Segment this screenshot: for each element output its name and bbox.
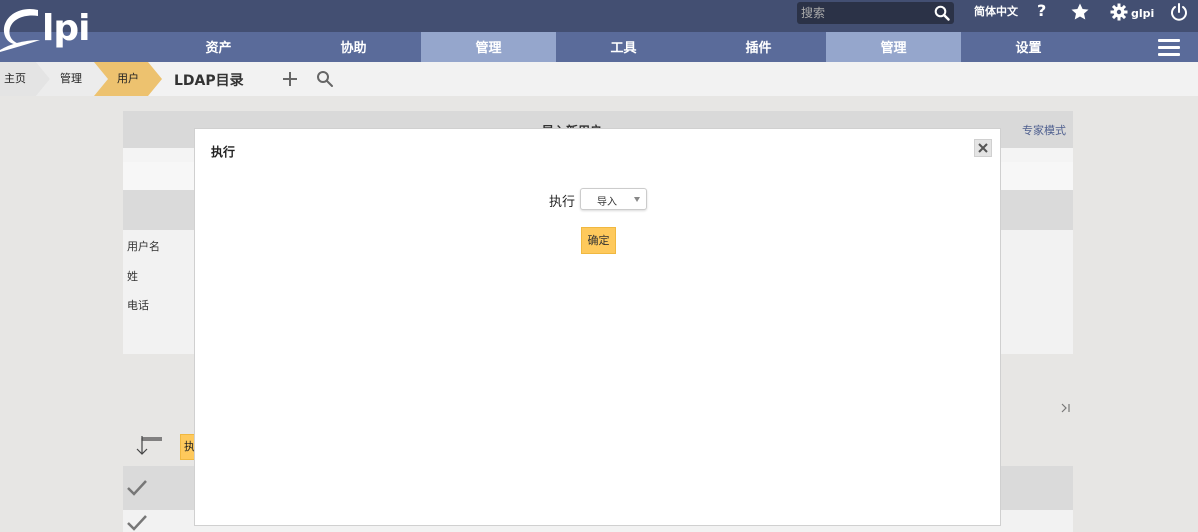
language-link[interactable]: 简体中文 xyxy=(974,3,1018,19)
breadcrumb-users[interactable]: 用户 xyxy=(117,67,139,91)
main-menu: 资产 协助 管理 工具 插件 管理 设置 xyxy=(0,32,1198,62)
search-input[interactable] xyxy=(801,4,929,22)
menu-item-tools[interactable]: 工具 xyxy=(556,32,691,62)
expert-mode-link[interactable]: 专家模式 xyxy=(1022,122,1066,138)
dialog-title: 执行 xyxy=(211,145,236,159)
menu-item-assets[interactable]: 资产 xyxy=(151,32,286,62)
ok-button[interactable]: 确定 xyxy=(581,227,616,254)
menu-item-management[interactable]: 管理 xyxy=(421,32,556,62)
action-select[interactable]: 导入 xyxy=(580,188,647,210)
glpi-logo[interactable]: lpi xyxy=(0,0,110,62)
close-button[interactable] xyxy=(974,139,992,157)
hamburger-menu-icon[interactable] xyxy=(1158,39,1180,57)
gear-icon[interactable] xyxy=(1109,2,1129,22)
menu-item-plugins[interactable]: 插件 xyxy=(691,32,826,62)
breadcrumb-admin[interactable]: 管理 xyxy=(60,67,82,91)
select-arrow-icon xyxy=(136,436,162,455)
search-icon[interactable] xyxy=(934,5,950,21)
logo-text: lpi xyxy=(42,8,90,49)
check-icon[interactable] xyxy=(126,479,148,497)
page-title[interactable]: LDAP目录 xyxy=(174,70,244,90)
field-label-username: 用户名 xyxy=(127,240,160,253)
menu-item-administration[interactable]: 管理 xyxy=(826,32,961,62)
star-icon[interactable] xyxy=(1070,2,1090,22)
menu-item-setup[interactable]: 设置 xyxy=(961,32,1096,62)
last-page-icon[interactable] xyxy=(1059,401,1073,415)
menu-item-assistance[interactable]: 协助 xyxy=(286,32,421,62)
field-label-phone: 电话 xyxy=(127,299,149,312)
action-label: 执行 xyxy=(549,195,576,210)
search-box[interactable] xyxy=(797,2,954,24)
chevron-down-icon xyxy=(634,197,640,202)
logout-icon[interactable] xyxy=(1169,2,1189,22)
action-dialog: 执行 执行 导入 确定 xyxy=(194,128,1001,526)
close-icon xyxy=(978,143,988,153)
action-select-value: 导入 xyxy=(597,197,617,208)
add-icon[interactable] xyxy=(281,70,299,88)
search-list-icon[interactable] xyxy=(316,70,334,88)
breadcrumb-home[interactable]: 主页 xyxy=(4,67,26,91)
user-link[interactable]: glpi xyxy=(1131,7,1154,20)
help-icon[interactable]: ? xyxy=(1037,1,1046,20)
row-check-icon[interactable] xyxy=(126,514,148,532)
breadcrumb: 主页 管理 用户 LDAP目录 xyxy=(0,62,1198,96)
field-label-surname: 姓 xyxy=(127,270,138,283)
top-bar xyxy=(0,0,1198,32)
